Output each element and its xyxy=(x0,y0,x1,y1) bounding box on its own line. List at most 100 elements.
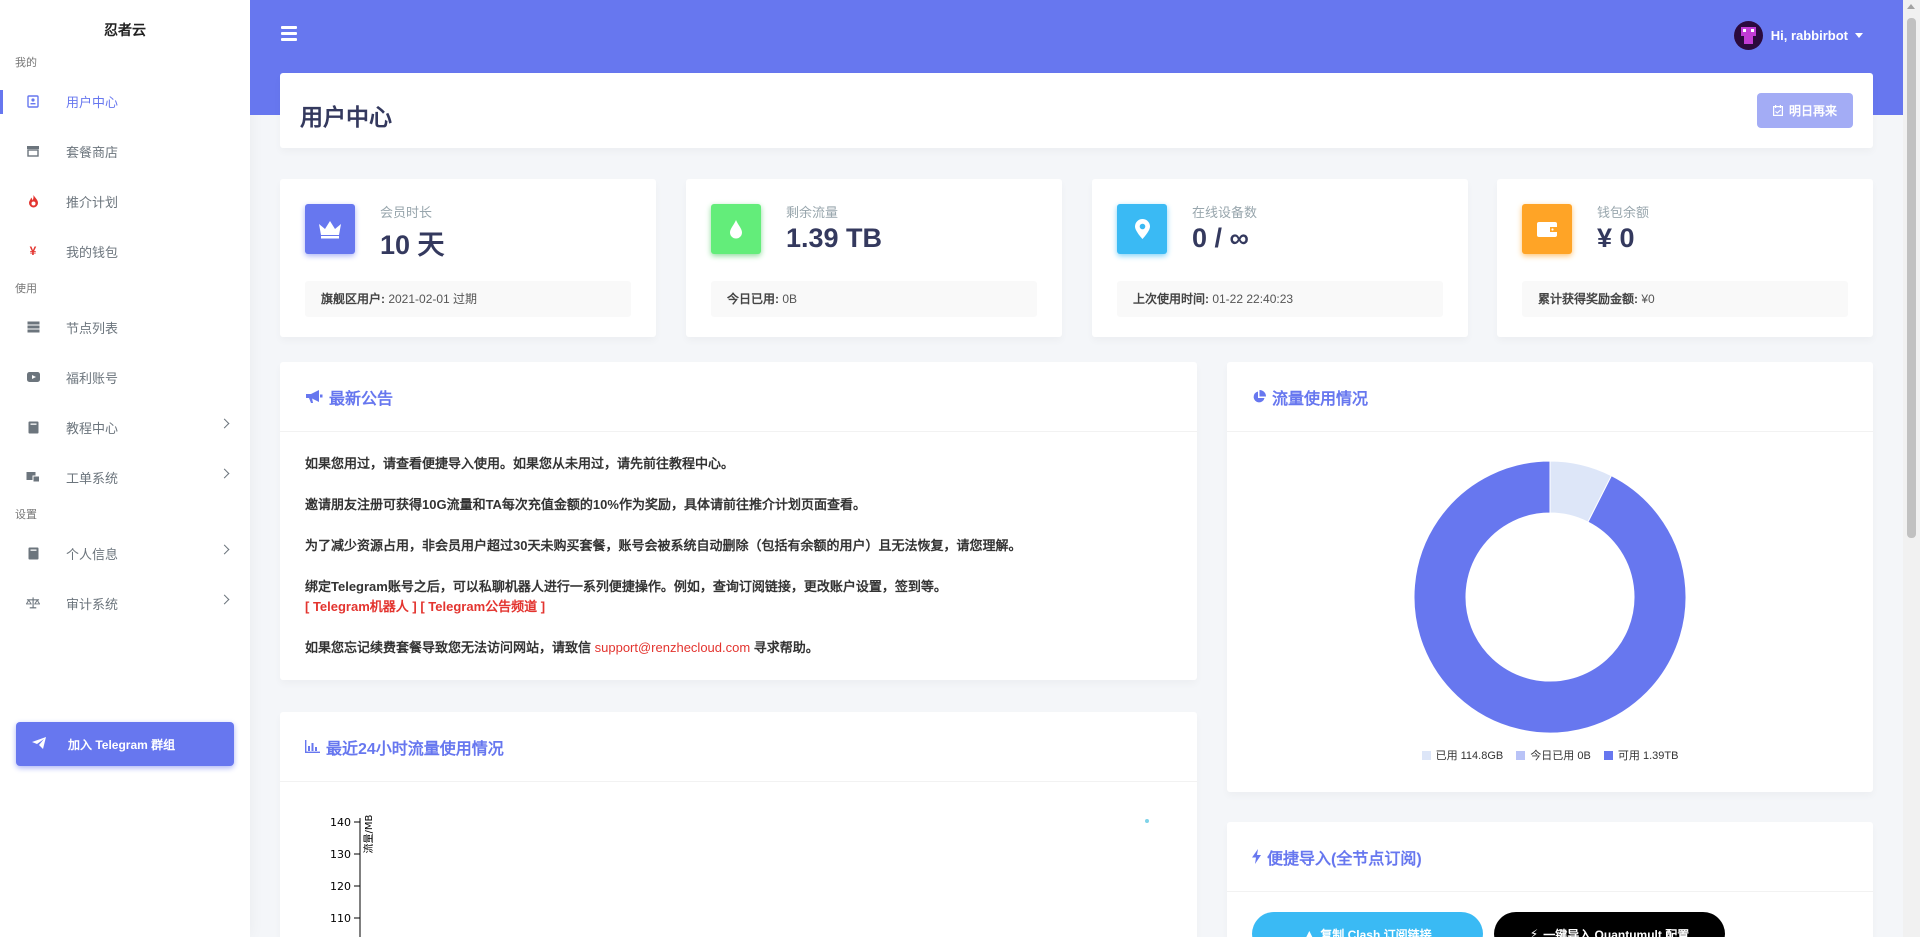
user-dropdown[interactable]: Hi, rabbirbot xyxy=(1733,21,1863,50)
stat-label: 钱包余额 xyxy=(1597,205,1650,220)
quick-import-card: 便捷导入(全节点订阅) ▲ 复制 Clash 订阅链接 ⚡ 一键导入 Quant… xyxy=(1227,822,1873,937)
menu-header-use: 使用 xyxy=(15,283,37,295)
chart-legend: 已用 114.8GB 今日已用 0B 可用 1.39TB xyxy=(1227,747,1873,763)
sidebar-item-welfare[interactable]: 福利账号 xyxy=(0,352,250,402)
stat-label: 剩余流量 xyxy=(786,205,839,220)
stat-label: 会员时长 xyxy=(380,205,433,220)
card-header: 便捷导入(全节点订阅) xyxy=(1227,822,1873,892)
legend-item-used: 已用 114.8GB xyxy=(1421,747,1503,763)
quantumult-icon: ⚡ xyxy=(1529,927,1539,937)
stat-card-membership: 会员时长 10 天 旗舰区用户: 2021-02-01 过期 xyxy=(280,179,656,337)
menu-header-mine: 我的 xyxy=(15,57,37,69)
join-telegram-label: 加入 Telegram 群组 xyxy=(68,737,176,752)
hamburger-menu-icon[interactable] xyxy=(281,26,297,41)
traffic-donut-chart xyxy=(1413,460,1687,734)
page-scrollbar[interactable] xyxy=(1903,0,1920,937)
store-icon xyxy=(26,144,40,158)
chart-bar-icon xyxy=(305,740,320,753)
telegram-channel-link[interactable]: [ Telegram公告频道 ] xyxy=(420,599,545,614)
stat-card-traffic: 剩余流量 1.39 TB 今日已用: 0B xyxy=(686,179,1062,337)
caret-down-icon xyxy=(1855,33,1863,38)
ticket-icon xyxy=(26,470,40,484)
checkin-button[interactable]: 明日再来 xyxy=(1757,93,1853,128)
traffic-usage-card: 流量使用情况 已用 114.8GB 今日已用 0B 可用 1.39TB xyxy=(1227,362,1873,792)
sidebar-item-nodes[interactable]: 节点列表 xyxy=(0,302,250,352)
wallet-icon xyxy=(1522,204,1572,254)
announcement-paragraph-support: 如果您忘记续费套餐导致您无法访问网站，请致信 support@renzheclo… xyxy=(305,638,1172,658)
sidebar-item-shop[interactable]: 套餐商店 xyxy=(0,126,250,176)
traffic-24h-chart: 流量/MB 110 120 130 140 xyxy=(330,814,1149,937)
sidebar-item-profile[interactable]: 个人信息 xyxy=(0,528,250,578)
chevron-right-icon xyxy=(219,544,230,555)
join-telegram-button[interactable]: 加入 Telegram 群组 xyxy=(16,722,234,766)
user-greeting: Hi, rabbirbot xyxy=(1770,28,1848,43)
sidebar-item-label: 工单系统 xyxy=(66,470,119,486)
announcement-text: 寻求帮助。 xyxy=(750,640,819,655)
card-title: 最近24小时流量使用情况 xyxy=(326,740,504,758)
stat-footer: 累计获得奖励金额: ¥0 xyxy=(1522,281,1848,317)
legend-label: 今日已用 0B xyxy=(1530,750,1591,762)
quantumult-button-label: 一键导入 Quantumult 配置 xyxy=(1543,927,1690,937)
book-icon xyxy=(26,420,40,434)
fire-icon xyxy=(26,194,40,208)
paper-plane-icon xyxy=(32,736,46,752)
sidebar-item-label: 套餐商店 xyxy=(66,144,119,160)
stat-footer: 今日已用: 0B xyxy=(711,281,1037,317)
stat-footer-label: 今日已用: xyxy=(727,292,779,306)
y-tick-label: 120 xyxy=(330,880,351,893)
stat-footer: 旗舰区用户: 2021-02-01 过期 xyxy=(305,281,631,317)
calendar-check-icon xyxy=(1772,105,1783,116)
sidebar-item-label: 福利账号 xyxy=(66,370,119,386)
y-tick-label: 110 xyxy=(330,912,351,925)
stat-footer-label: 上次使用时间: xyxy=(1133,292,1209,306)
profile-book-icon xyxy=(26,546,40,560)
sidebar-item-referral[interactable]: 推介计划 xyxy=(0,176,250,226)
brand-logo[interactable]: 忍者云 xyxy=(0,20,250,50)
sidebar-item-label: 节点列表 xyxy=(66,320,119,336)
y-tick-label: 140 xyxy=(330,816,351,829)
legend-swatch xyxy=(1516,750,1526,760)
stat-footer: 上次使用时间: 01-22 22:40:23 xyxy=(1117,281,1443,317)
telegram-bot-link[interactable]: [ Telegram机器人 ] xyxy=(305,599,417,614)
scrollbar-thumb[interactable] xyxy=(1907,18,1916,538)
announcement-paragraph: 为了减少资源占用，非会员用户超过30天未购买套餐，账号会被系统自动删除（包括有余… xyxy=(305,538,1022,553)
announcement-text: 如果您忘记续费套餐导致您无法访问网站，请致信 xyxy=(305,640,595,655)
card-header: 最新公告 xyxy=(280,362,1197,432)
scroll-up-arrow-icon[interactable] xyxy=(1907,4,1915,9)
clash-button-label: 复制 Clash 订阅链接 xyxy=(1320,927,1432,937)
import-quantumult-button[interactable]: ⚡ 一键导入 Quantumult 配置 xyxy=(1494,912,1725,937)
youtube-icon xyxy=(26,370,40,384)
id-card-icon xyxy=(26,94,40,108)
announcement-paragraph: 如果您用过，请查看便捷导入使用。如果您从未用过，请先前往教程中心。 xyxy=(305,456,735,471)
stat-value: 1.39 TB xyxy=(786,223,883,253)
sidebar-item-label: 用户中心 xyxy=(66,94,119,110)
copy-clash-link-button[interactable]: ▲ 复制 Clash 订阅链接 xyxy=(1252,912,1483,937)
checkin-label: 明日再来 xyxy=(1788,104,1837,118)
stat-value: 0 / ∞ xyxy=(1192,223,1249,253)
sidebar-item-label: 我的钱包 xyxy=(66,244,119,260)
sidebar-item-wallet[interactable]: ¥ 我的钱包 xyxy=(0,226,250,276)
support-email-link[interactable]: support@renzhecloud.com xyxy=(595,640,751,655)
clash-icon: ▲ xyxy=(1303,927,1316,937)
legend-item-today: 今日已用 0B xyxy=(1516,747,1591,763)
sidebar-item-ticket[interactable]: 工单系统 xyxy=(0,452,250,502)
sidebar-item-tutorial[interactable]: 教程中心 xyxy=(0,402,250,452)
stat-label: 在线设备数 xyxy=(1192,205,1258,220)
announcement-paragraph: 邀请朋友注册可获得10G流量和TA每次充值金额的10%作为奖励，具体请前往推介计… xyxy=(305,497,866,512)
y-tick-label: 130 xyxy=(330,848,351,861)
sidebar-item-audit[interactable]: 审计系统 xyxy=(0,578,250,628)
card-title: 便捷导入(全节点订阅) xyxy=(1267,850,1422,868)
stat-card-balance: 钱包余额 ¥ 0 累计获得奖励金额: ¥0 xyxy=(1497,179,1873,337)
sidebar-item-label: 推介计划 xyxy=(66,194,119,210)
page-title: 用户中心 xyxy=(300,104,392,130)
legend-label: 可用 1.39TB xyxy=(1617,750,1679,762)
stat-footer-value: 0B xyxy=(779,292,798,306)
announcement-paragraph-telegram: 绑定Telegram账号之后，可以私聊机器人进行一系列便捷操作。例如，查询订阅链… xyxy=(305,577,1172,617)
crown-icon xyxy=(305,204,355,254)
section-header: 用户中心 明日再来 xyxy=(280,73,1873,148)
stat-footer-label: 累计获得奖励金额: xyxy=(1538,292,1638,306)
stat-footer-value: 01-22 22:40:23 xyxy=(1209,292,1294,306)
announcement-body: 如果您用过，请查看便捷导入使用。如果您从未用过，请先前往教程中心。 邀请朋友注册… xyxy=(280,432,1197,701)
sidebar-item-label: 教程中心 xyxy=(66,420,119,436)
sidebar-item-user-center[interactable]: 用户中心 xyxy=(0,76,250,126)
